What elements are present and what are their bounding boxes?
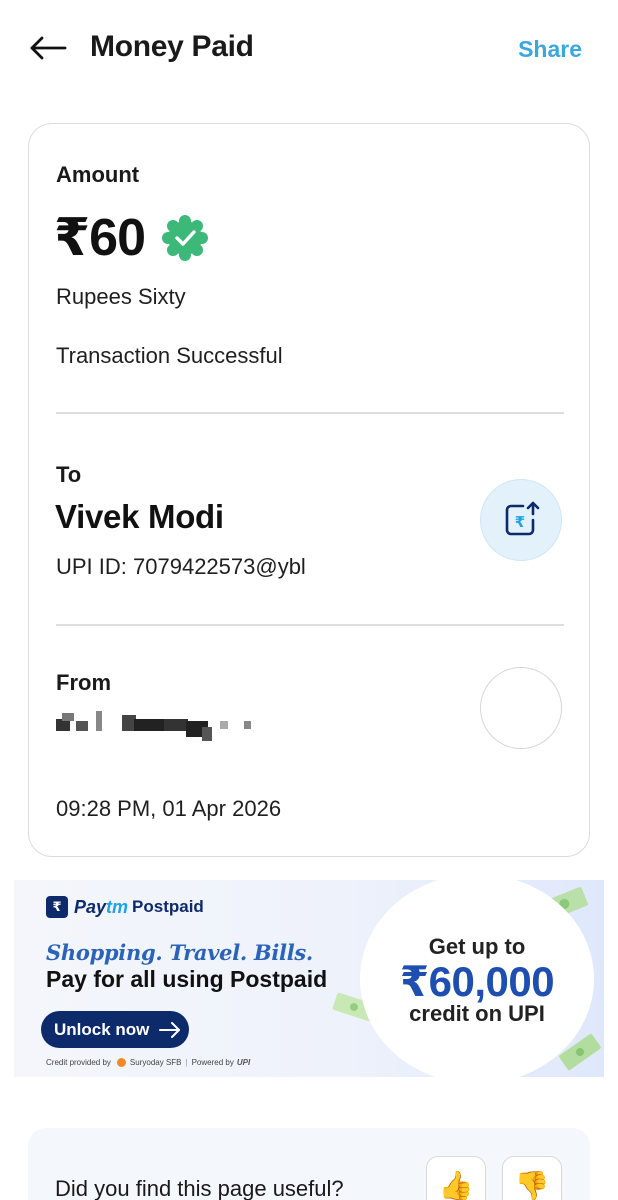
amount-row: ₹60	[54, 208, 211, 268]
thumbs-down-icon: 👎	[514, 1170, 550, 1200]
recipient-name: Vivek Modi	[55, 498, 224, 535]
suryoday-logo-icon	[116, 1058, 126, 1067]
feedback-question: Did you find this page useful?	[55, 1176, 344, 1200]
postpaid-wordmark: Postpaid	[132, 897, 204, 916]
offer-bottom-text: credit on UPI	[409, 1001, 545, 1026]
arrow-right-icon	[159, 1021, 181, 1038]
divider	[56, 624, 564, 626]
arrow-left-icon	[30, 36, 67, 60]
lender-name: Suryoday SFB	[129, 1058, 182, 1067]
thumbs-down-button[interactable]: 👎	[502, 1156, 562, 1200]
page-title: Money Paid	[90, 30, 254, 63]
upi-logo: UPI	[236, 1058, 251, 1067]
transaction-timestamp: 09:28 PM, 01 Apr 2026	[56, 796, 282, 821]
thumbs-up-button[interactable]: 👍	[426, 1156, 486, 1200]
wallet-icon: ₹	[46, 896, 68, 918]
feedback-section: Did you find this page useful? 👍 👎	[28, 1128, 590, 1200]
paytm-wordmark-pay: Pay	[74, 896, 107, 917]
amount-value: ₹60	[54, 209, 146, 267]
paytm-postpaid-promo-banner[interactable]: ₹ Paytm Postpaid Shopping. Travel. Bills…	[14, 880, 604, 1077]
verified-check-badge-icon	[159, 212, 211, 264]
back-button[interactable]	[28, 30, 68, 66]
sender-avatar	[480, 667, 562, 749]
recipient-label: To	[56, 462, 82, 487]
recipient-upi-id: UPI ID: 7079422573@ybl	[56, 554, 306, 579]
paytm-wordmark: Paytm	[74, 897, 128, 918]
amount-in-words: Rupees Sixty	[56, 284, 186, 309]
svg-text:₹: ₹	[515, 513, 525, 531]
banner-footer: Credit provided by Suryoday SFB | Powere…	[46, 1058, 250, 1067]
thumbs-up-icon: 👍	[438, 1170, 474, 1200]
sender-label: From	[56, 670, 111, 695]
unlock-now-label: Unlock now	[54, 1019, 150, 1039]
banner-tagline: Shopping. Travel. Bills.	[46, 940, 313, 965]
footer-separator: |	[185, 1058, 188, 1067]
rupee-send-icon: ₹	[505, 501, 540, 536]
pay-again-button[interactable]: ₹	[480, 479, 562, 561]
top-app-bar: Money Paid Share	[0, 0, 618, 96]
divider	[56, 412, 564, 414]
sender-name-redacted	[56, 707, 256, 747]
transaction-details-card: Amount ₹60 Rupees Sixty Transaction Succ…	[28, 123, 590, 857]
paytm-wordmark-tm: tm	[106, 896, 129, 917]
paytm-postpaid-logo: ₹ Paytm Postpaid	[46, 896, 204, 918]
amount-label: Amount	[56, 162, 140, 187]
share-button[interactable]: Share	[518, 36, 582, 63]
banner-headline: Pay for all using Postpaid	[46, 966, 328, 992]
unlock-now-button[interactable]: Unlock now	[41, 1011, 189, 1048]
credit-provided-text: Credit provided by	[46, 1058, 111, 1067]
powered-by-text: Powered by	[191, 1058, 234, 1067]
offer-amount: ₹60,000	[399, 958, 555, 1005]
transaction-status: Transaction Successful	[56, 343, 283, 368]
